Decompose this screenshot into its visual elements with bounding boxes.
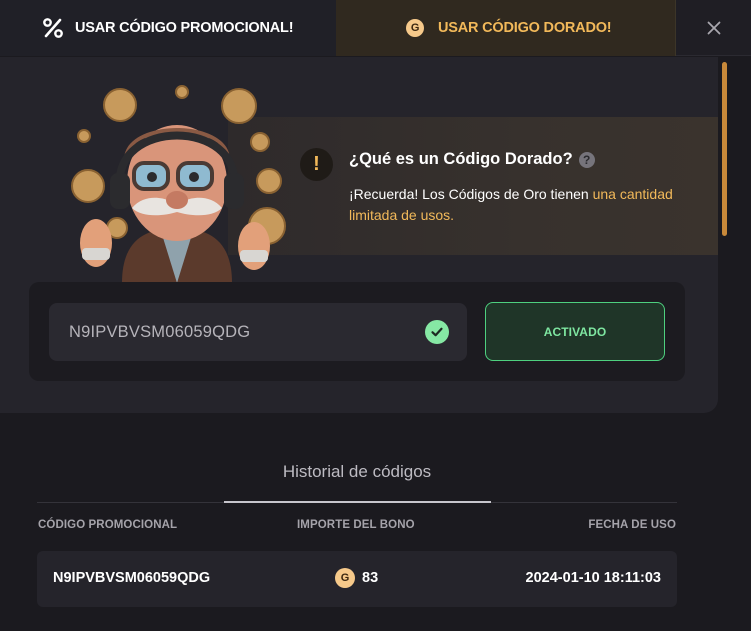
info-title-text: ¿Qué es un Código Dorado?: [349, 150, 573, 168]
mascot-illustration: [62, 78, 292, 283]
check-icon: [425, 320, 449, 344]
tab-gold-code[interactable]: G USAR CÓDIGO DORADO!: [336, 0, 676, 56]
column-header-date: FECHA DE USO: [588, 519, 676, 531]
row-date: 2024-01-10 18:11:03: [525, 570, 661, 586]
scrollbar-thumb[interactable]: [722, 62, 727, 236]
info-description: ¡Recuerda! Los Códigos de Oro tienen una…: [349, 184, 679, 226]
tab-bar: USAR CÓDIGO PROMOCIONAL! G USAR CÓDIGO D…: [0, 0, 751, 56]
percent-icon: [42, 17, 64, 39]
help-icon[interactable]: ?: [578, 151, 595, 168]
history-tab-underline: [224, 501, 491, 503]
warning-icon: !: [300, 148, 333, 181]
row-amount-value: 83: [362, 570, 379, 586]
history-tab-title[interactable]: Historial de códigos: [0, 462, 714, 482]
code-input-value: N9IPVBVSM06059QDG: [69, 322, 251, 341]
activated-button[interactable]: ACTIVADO: [485, 302, 665, 361]
tab-gold-label: USAR CÓDIGO DORADO!: [438, 20, 612, 36]
row-amount: G 83: [335, 568, 378, 588]
close-icon: [707, 21, 720, 34]
gold-coin-icon: G: [406, 19, 424, 37]
column-header-amount: IMPORTE DEL BONO: [297, 519, 415, 531]
info-text-suffix: .: [450, 207, 455, 223]
tab-promo-code[interactable]: USAR CÓDIGO PROMOCIONAL!: [0, 0, 336, 56]
info-title: ¿Qué es un Código Dorado? ?: [349, 150, 595, 169]
column-header-code: CÓDIGO PROMOCIONAL: [38, 519, 178, 531]
row-code: N9IPVBVSM06059QDG: [53, 570, 211, 586]
tab-promo-label: USAR CÓDIGO PROMOCIONAL!: [75, 20, 294, 36]
close-button[interactable]: [676, 0, 751, 55]
code-input[interactable]: N9IPVBVSM06059QDG: [49, 303, 467, 361]
info-text-prefix: ¡Recuerda! Los Códigos de Oro tienen: [349, 186, 593, 202]
gold-coin-icon: G: [335, 568, 355, 588]
